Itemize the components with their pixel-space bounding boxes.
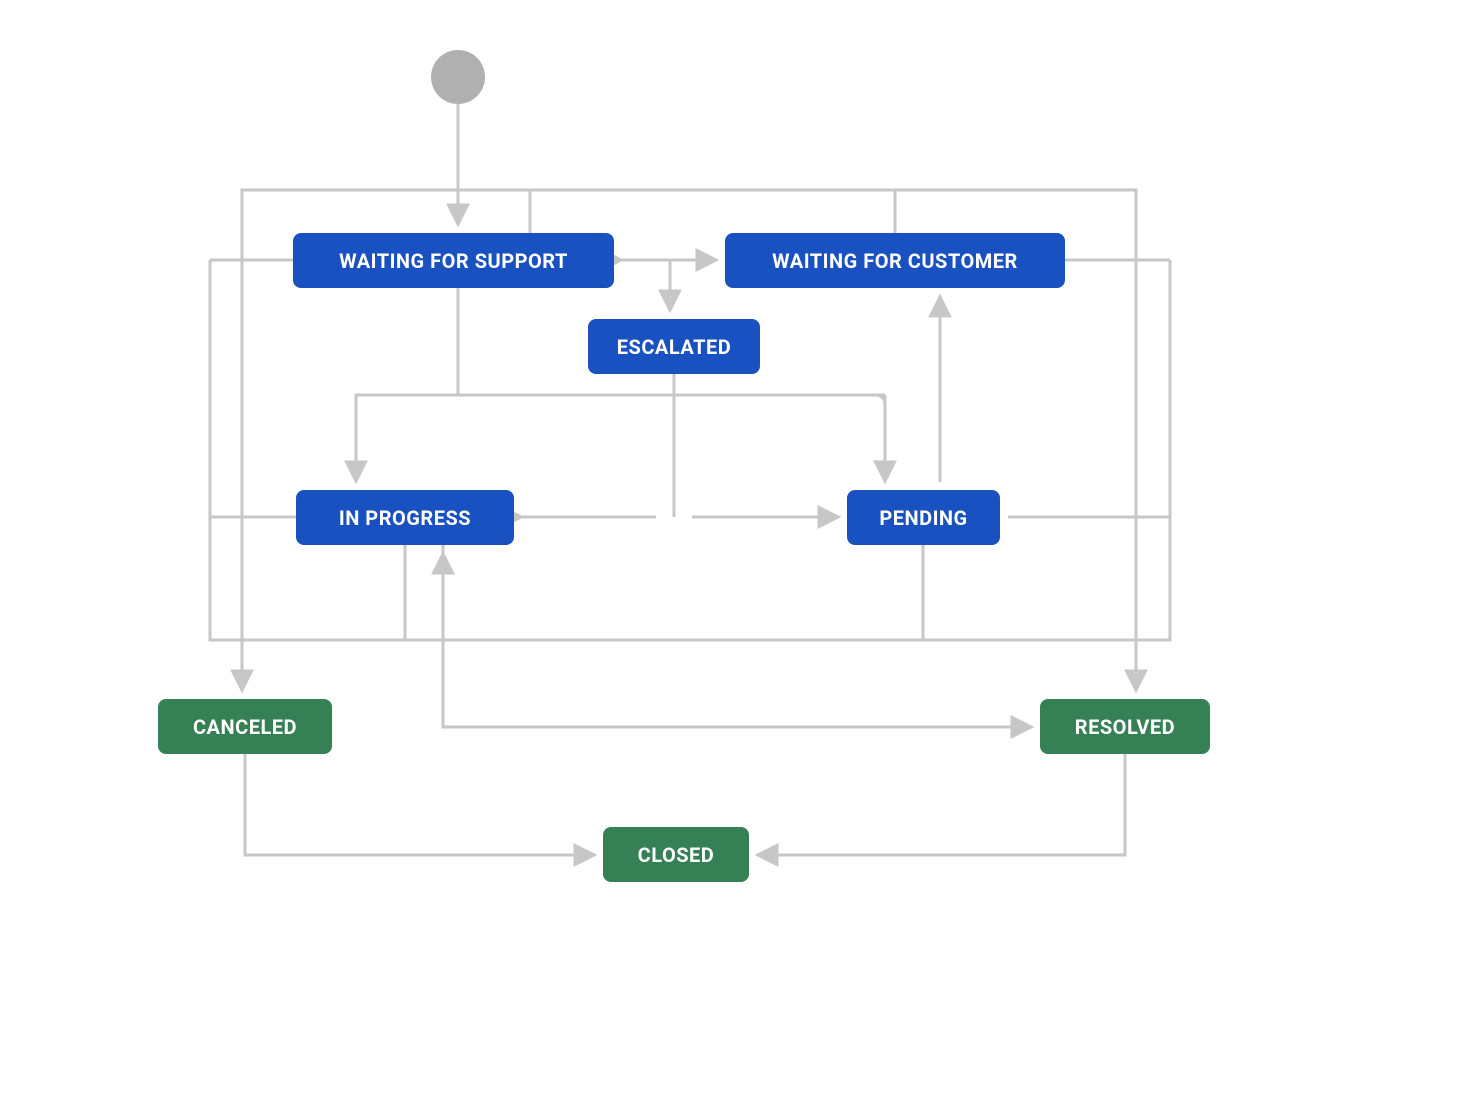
state-label: WAITING FOR SUPPORT (339, 249, 568, 273)
workflow-diagram: WAITING FOR SUPPORT WAITING FOR CUSTOMER… (0, 0, 1468, 1098)
state-label: CANCELED (193, 715, 297, 739)
state-canceled: CANCELED (158, 699, 332, 754)
state-waiting-for-support: WAITING FOR SUPPORT (293, 233, 614, 288)
start-node (431, 50, 485, 104)
state-label: PENDING (879, 506, 967, 530)
state-label: WAITING FOR CUSTOMER (772, 249, 1018, 273)
state-label: RESOLVED (1075, 715, 1175, 739)
state-waiting-for-customer: WAITING FOR CUSTOMER (725, 233, 1065, 288)
state-closed: CLOSED (603, 827, 749, 882)
state-resolved: RESOLVED (1040, 699, 1210, 754)
state-label: IN PROGRESS (339, 506, 471, 530)
state-label: CLOSED (638, 843, 715, 867)
edge-inprog-to-resolved (443, 545, 1032, 727)
edge-resolved-to-closed (757, 754, 1125, 855)
connectors-layer (0, 0, 1468, 1098)
edge-to-inprogress (356, 395, 458, 482)
edge-canceled-to-closed (245, 754, 595, 855)
state-pending: PENDING (847, 490, 1000, 545)
state-label: ESCALATED (617, 335, 731, 359)
state-in-progress: IN PROGRESS (296, 490, 514, 545)
state-escalated: ESCALATED (588, 319, 760, 374)
